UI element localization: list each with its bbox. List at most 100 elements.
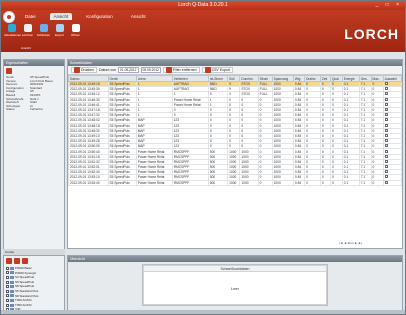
row-checkbox[interactable] [384,92,388,96]
pager[interactable]: |◄ ◄ Zum ► ►| [68,241,402,246]
table-cell: 0 [329,179,343,186]
tree-checkbox[interactable] [6,289,9,293]
overview-header: Übersicht [68,256,402,262]
table-cell: 0.84 [292,179,306,186]
row-checkbox[interactable] [384,175,388,179]
row-checkbox[interactable] [384,170,388,174]
app-window: Lorch Q-Data 3.0.20.1 _ □ × Datei Ansich… [0,0,406,315]
row-checkbox[interactable] [384,139,388,143]
device-icon [10,289,14,293]
refresh-icon[interactable] [6,67,12,74]
folder-icon[interactable] [14,257,20,264]
table-cell: RMCSPPF [171,179,209,186]
window-title: Lorch Q-Data 3.0.20.1 [178,2,228,8]
table-cell: 0 [370,179,384,186]
refresh-button[interactable]: Aktualisieren [4,23,21,45]
device-icon [10,294,14,298]
table-cell: Power Home Relat [135,179,173,186]
tree-checkbox[interactable] [6,280,9,284]
refresh-icon [7,24,16,32]
title-bar: Lorch Q-Data 3.0.20.1 _ □ × [1,1,405,10]
ribbon-tabs: Datei Ansicht Konfiguration Ansicht [21,13,150,20]
ribbon-tab-ansicht-2[interactable]: Ansicht [127,13,150,20]
row-checkbox[interactable] [384,181,388,184]
weld-data-table: Datum Gerät Jobnr. Verfahren Ist-Strom Soll Du… [68,75,403,186]
properties-list: Gerät S5 SpeedPuls Version Lorch Puls Bauer… [4,75,64,113]
device-icon [10,285,14,289]
table-cell: 0 [257,179,273,186]
row-checkbox[interactable] [384,82,388,86]
row-checkbox[interactable] [384,108,388,112]
tree-checkbox[interactable] [6,285,9,289]
filter-icon [166,67,173,73]
device-icon [10,280,14,284]
row-checkbox[interactable] [384,129,388,132]
table-cell: 0 [319,179,331,186]
tree-checkbox[interactable] [6,294,9,298]
filter-icon[interactable] [22,257,28,264]
row-checkbox[interactable] [384,160,388,163]
close-button[interactable]: Schließen [36,23,51,45]
row-checkbox[interactable] [384,149,388,153]
property-key: Status [6,107,15,112]
delete-button[interactable]: Löschen [20,23,35,45]
properties-toolbar [4,66,64,75]
row-checkbox[interactable] [384,103,388,106]
export-icon [55,24,64,32]
row-checkbox[interactable] [384,155,388,158]
table-cell: 1000 [239,179,259,186]
row-checkbox[interactable] [384,113,388,117]
tree-checkbox[interactable] [6,271,9,275]
row-checkbox[interactable] [384,134,388,137]
row-checkbox[interactable] [384,165,388,169]
ribbon-tab-ansicht[interactable]: Ansicht [49,13,73,20]
table-cell: 7.1 [358,179,372,186]
table-cell: S5 SpeedPuls [107,179,137,186]
row-checkbox[interactable] [384,144,388,148]
csv-export-button[interactable]: CSV Export [201,67,233,73]
tree-toolbar [4,256,64,265]
date-from-label: Datum von [99,68,116,72]
ribbon-tab-datei[interactable]: Datei [21,13,40,20]
property-row: Status Fehlerfrei [6,108,62,112]
device-icon [10,275,14,279]
row-checkbox[interactable] [384,118,388,122]
date-from-field[interactable]: 01.09.2012 [117,67,139,73]
tree-checkbox[interactable] [6,275,9,279]
ribbon-tab-konfiguration[interactable]: Konfiguration [82,13,117,20]
window-controls[interactable]: _ □ × [376,1,403,10]
device-tree: P3000 Basic P3000 Synergic S3 SpeedPuls S5 … [4,265,64,313]
weld-seam-card: Schweißnahtdaten Leer [142,264,328,306]
table-cell: 2012-09-01 13:53:40 [68,179,109,186]
device-icon [10,271,14,275]
table-cell: 500 [207,179,229,186]
filter-bar: Drucken Datum von 01.09.2012 05.09.2012 … [68,66,402,75]
device-tree-panel: P3000 Basic P3000 Synergic S3 SpeedPuls S5 … [3,255,65,312]
device-icon[interactable] [6,257,12,264]
tree-checkbox[interactable] [6,266,9,270]
device-icon [10,298,14,302]
device-icon [10,266,14,270]
table-row[interactable]: 2012-09-01 13:53:40 S5 SpeedPuls Power Hom… [68,179,403,186]
table-cell: 0.1 [341,179,360,186]
export-button[interactable]: Export [52,23,67,45]
open-button[interactable]: Öffnen [68,23,83,45]
row-checkbox[interactable] [384,98,388,101]
row-checkbox[interactable] [384,124,388,127]
ribbon-group-label: Ansicht [21,46,31,50]
date-to-field[interactable]: 05.09.2012 [140,67,162,73]
close-icon [39,24,48,32]
row-checkbox[interactable] [384,87,388,91]
remove-filter-button[interactable]: Filter entfernen [163,67,200,73]
weld-data-pane: Schweißdaten Drucken Datum von 01.09.201… [67,59,403,249]
print-icon [74,67,80,73]
status-bar [1,310,405,314]
print-button[interactable]: Drucken [71,67,98,73]
card: Schweißnahtdaten Leer [143,265,327,305]
device-icon [10,303,14,307]
tree-checkbox[interactable] [6,298,9,302]
table-cell: 1000 [271,179,294,186]
app-menu-button[interactable] [3,11,15,23]
csv-icon [204,67,211,73]
tree-checkbox[interactable] [6,303,9,307]
